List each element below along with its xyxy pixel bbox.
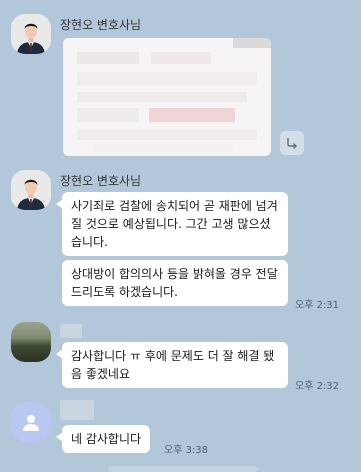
message-time: 오후 2:31 <box>295 300 340 311</box>
message-time: 오후 2:32 <box>295 381 340 392</box>
share-arrow-icon <box>287 138 297 149</box>
message-bubble[interactable]: 사기죄로 검찰에 송치되어 곧 재판에 넘겨질 것으로 예상됩니다. 그간 고생… <box>56 192 288 256</box>
blurred-image-attachment[interactable] <box>63 38 271 156</box>
message-bubble[interactable]: 상대방이 합의의사 등을 밝혀올 경우 전달드리도록 하겠습니다. <box>62 260 288 306</box>
share-button[interactable] <box>280 131 304 155</box>
blurred-next-message <box>108 466 258 472</box>
default-avatar[interactable] <box>11 402 51 442</box>
message-bubble[interactable]: 네 감사합니다 <box>55 425 151 453</box>
message-time: 오후 3:38 <box>164 445 209 456</box>
lawyer-avatar[interactable] <box>11 170 51 210</box>
sender-name: 장현오 변호사님 <box>60 18 142 32</box>
blurred-sender-name <box>60 324 82 338</box>
lawyer-avatar[interactable] <box>11 14 51 54</box>
sender-name: 장현오 변호사님 <box>60 174 142 188</box>
blurred-sender-name <box>60 400 94 420</box>
message-bubble[interactable]: 감사합니다 ㅠ 후에 문제도 더 잘 해결 됐음 좋겠네요 <box>56 342 288 388</box>
person-icon <box>23 415 39 431</box>
blurred-avatar[interactable] <box>11 322 51 362</box>
lawyer-portrait-icon <box>11 170 51 210</box>
lawyer-portrait-icon <box>11 14 51 54</box>
